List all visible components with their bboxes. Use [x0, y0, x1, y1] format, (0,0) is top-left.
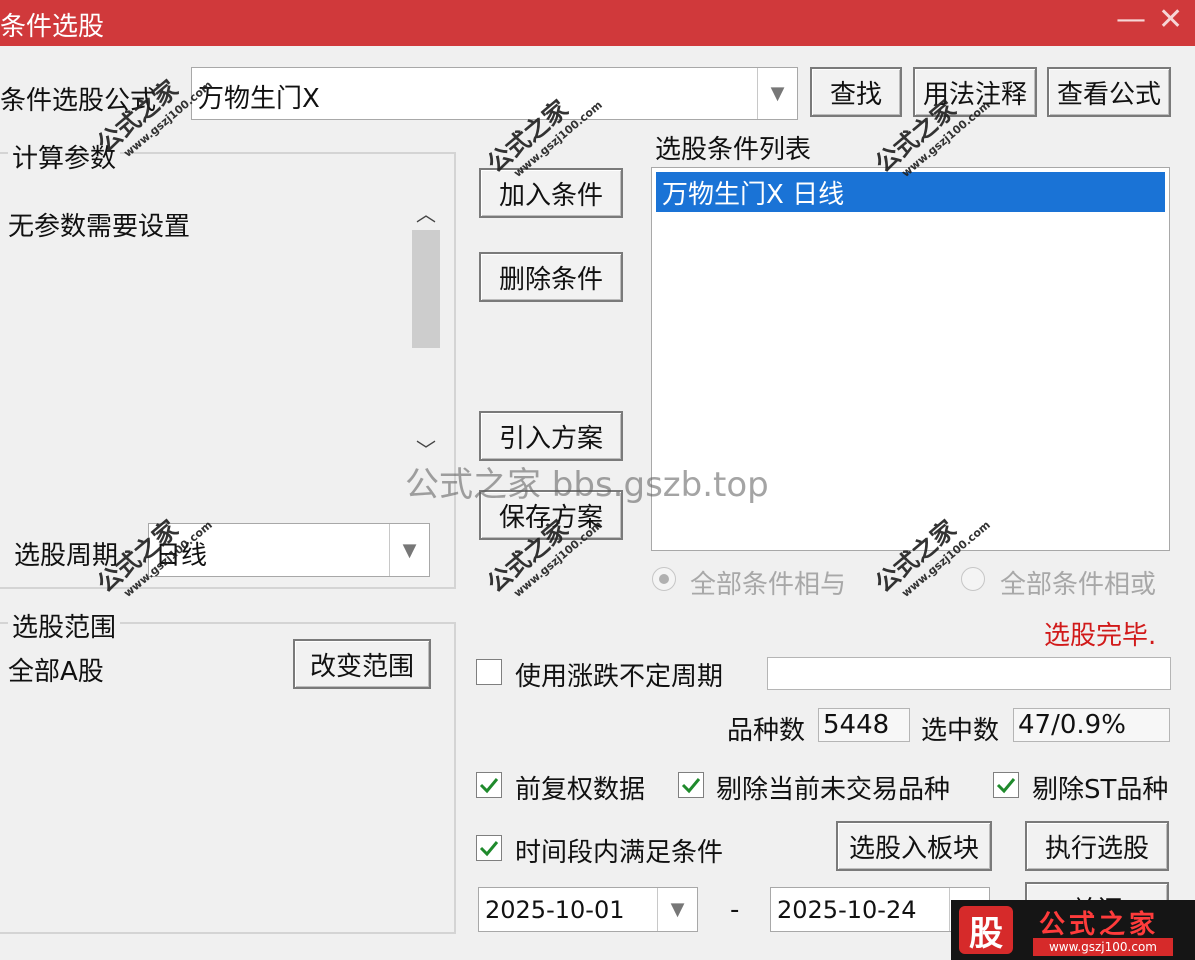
status-text: 选股完毕.: [1044, 621, 1157, 651]
scrollbar-thumb[interactable]: [412, 230, 440, 348]
and-radio[interactable]: [652, 567, 676, 591]
delete-condition-button[interactable]: 删除条件: [479, 252, 623, 302]
start-date-value: 2025-10-01: [485, 896, 625, 924]
params-message: 无参数需要设置: [8, 212, 191, 242]
view-formula-button[interactable]: 查看公式: [1047, 67, 1171, 117]
irregular-period-checkbox[interactable]: [476, 659, 502, 685]
formula-combo[interactable]: 万物生门X ▼: [191, 67, 798, 120]
irregular-period-label: 使用涨跌不定周期: [515, 662, 724, 692]
in-period-checkbox[interactable]: [476, 835, 502, 861]
adjust-label: 前复权数据: [515, 775, 646, 805]
irregular-period-input[interactable]: [767, 657, 1171, 690]
execute-button[interactable]: 执行选股: [1025, 821, 1169, 871]
check-mark-icon: [681, 778, 701, 794]
list-item[interactable]: 万物生门X 日线: [656, 172, 1165, 212]
center-watermark: 公式之家 bbs.gszb.top: [405, 465, 769, 505]
start-date-combo[interactable]: 2025-10-01 ▼: [478, 887, 698, 932]
brand-logo: 股 公式之家 www.gszj100.com: [951, 900, 1195, 960]
exclude-untraded-label: 剔除当前未交易品种: [716, 775, 951, 805]
picked-count-value: 47/0.9%: [1013, 708, 1170, 742]
window-title: 条件选股: [0, 12, 105, 42]
chevron-down-icon[interactable]: ▼: [657, 888, 697, 931]
in-period-label: 时间段内满足条件: [515, 838, 724, 868]
or-radio-label: 全部条件相或: [1000, 570, 1157, 600]
chevron-up-icon[interactable]: ︿: [416, 198, 436, 227]
scope-group-title: 选股范围: [8, 607, 121, 644]
chevron-down-icon[interactable]: ▼: [757, 68, 797, 119]
exclude-st-checkbox[interactable]: [993, 772, 1019, 798]
formula-value: 万物生门X: [198, 84, 320, 114]
title-bar: 条件选股 — ✕: [0, 0, 1195, 46]
brand-name: 公式之家: [1039, 910, 1160, 940]
import-scheme-button[interactable]: 引入方案: [479, 411, 623, 461]
picked-count-label: 选中数: [921, 716, 1000, 746]
brand-url: www.gszj100.com: [1033, 938, 1173, 956]
exclude-untraded-checkbox[interactable]: [678, 772, 704, 798]
check-mark-icon: [996, 778, 1016, 794]
find-button[interactable]: 查找: [810, 67, 902, 117]
and-radio-label: 全部条件相与: [690, 570, 847, 600]
conditions-title: 选股条件列表: [655, 135, 812, 165]
end-date-value: 2025-10-24: [777, 896, 917, 924]
close-icon[interactable]: ✕: [1158, 2, 1183, 37]
total-count-label: 品种数: [727, 716, 806, 746]
check-mark-icon: [479, 841, 499, 857]
brand-glyph: 股: [959, 906, 1013, 954]
scope-value: 全部A股: [8, 657, 104, 687]
minimize-icon[interactable]: —: [1116, 2, 1146, 37]
or-radio[interactable]: [961, 567, 985, 591]
change-scope-button[interactable]: 改变范围: [293, 639, 431, 689]
params-scrollbar[interactable]: ︿ ﹀: [410, 192, 442, 468]
adjust-checkbox[interactable]: [476, 772, 502, 798]
chevron-down-icon[interactable]: ▼: [389, 524, 429, 576]
total-count-value: 5448: [818, 708, 910, 742]
add-to-block-button[interactable]: 选股入板块: [836, 821, 992, 871]
exclude-st-label: 剔除ST品种: [1032, 775, 1169, 805]
check-mark-icon: [479, 778, 499, 794]
date-separator: -: [730, 895, 740, 925]
